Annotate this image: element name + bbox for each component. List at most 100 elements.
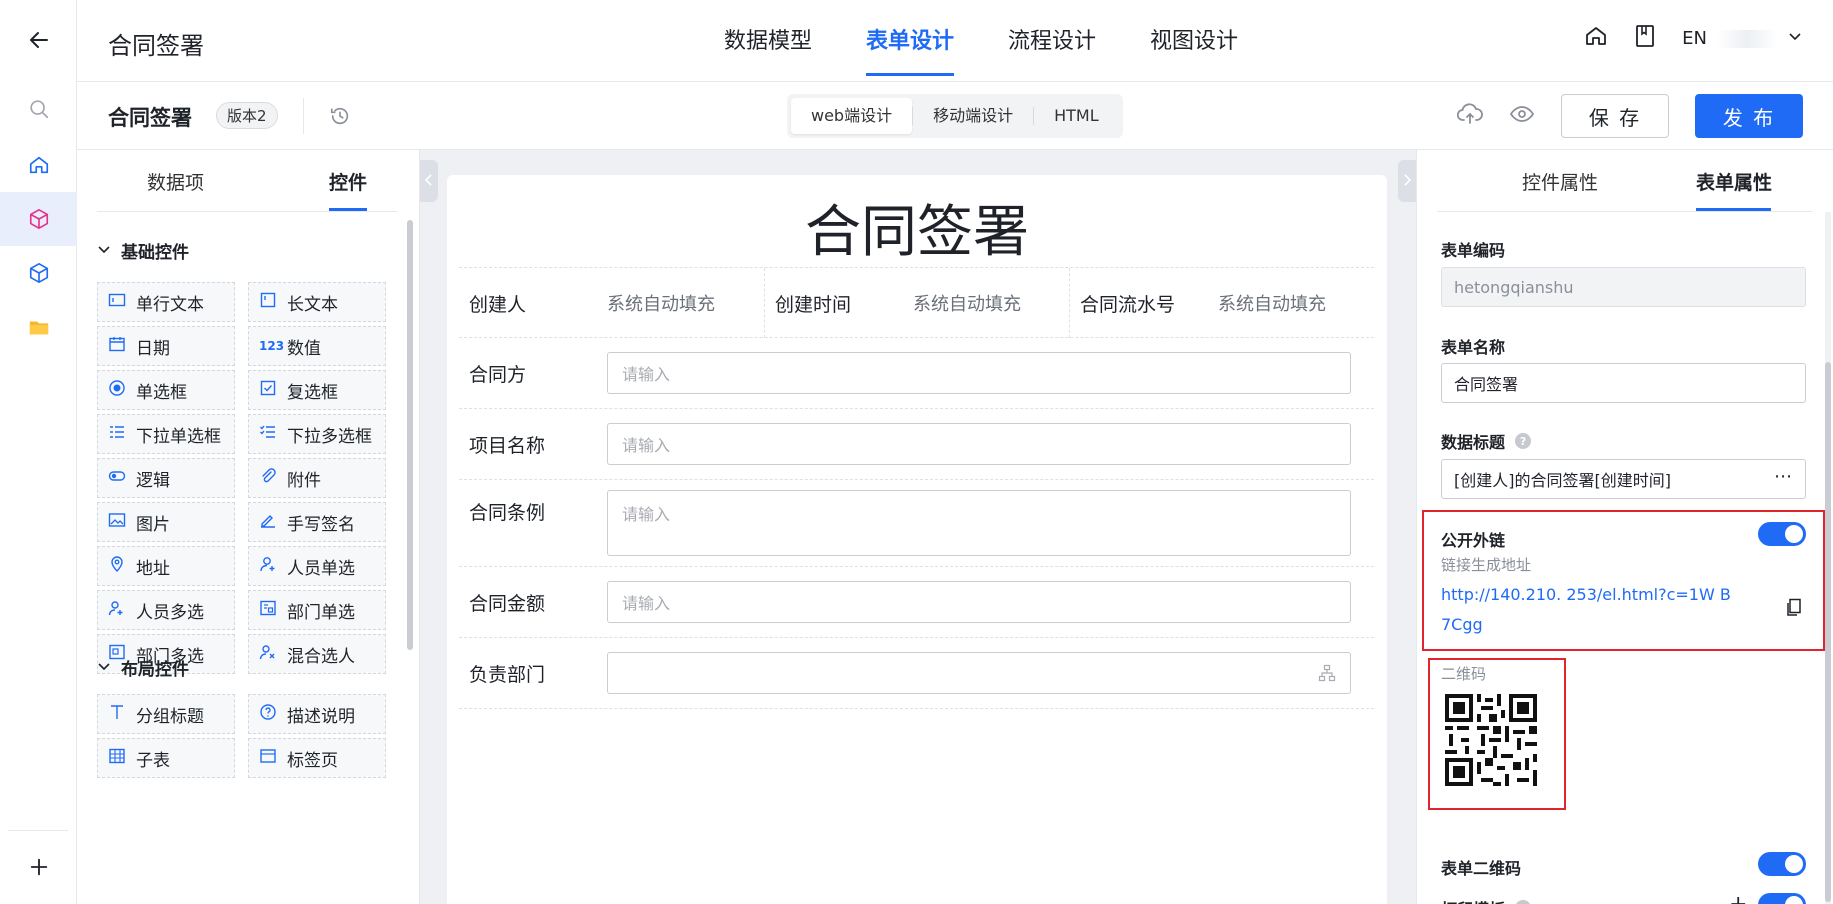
tab-data-items[interactable]: 数据项 <box>147 168 204 195</box>
user-name-redacted <box>1717 29 1777 48</box>
field-contract-terms[interactable]: 合同条例 请输入 <box>459 480 1374 567</box>
form-code-label: 表单编码 <box>1441 241 1506 260</box>
add-template-plus-icon[interactable]: + <box>1729 892 1747 904</box>
chevron-right-icon <box>1402 171 1412 191</box>
folder-icon[interactable] <box>0 300 77 354</box>
mode-html[interactable]: HTML <box>1034 98 1119 134</box>
checkbox-icon <box>259 379 277 402</box>
tab-form-properties[interactable]: 表单属性 <box>1696 168 1772 195</box>
tab-controls[interactable]: 控件 <box>329 168 367 195</box>
control-mixed-select[interactable]: 混合选人 <box>248 634 386 674</box>
control-sub-table[interactable]: 子表 <box>97 738 235 778</box>
group-layout-controls[interactable]: 布局控件 <box>97 655 189 680</box>
form-qr-toggle[interactable] <box>1758 852 1806 876</box>
help-icon[interactable]: ? <box>1515 900 1532 904</box>
plus-icon[interactable] <box>0 840 77 894</box>
control-checkbox[interactable]: 复选框 <box>248 370 386 410</box>
more-ellipsis-icon[interactable]: ⋯ <box>1774 466 1793 487</box>
contract-amount-input[interactable]: 请输入 <box>607 581 1351 623</box>
control-radio[interactable]: 单选框 <box>97 370 235 410</box>
control-signature[interactable]: 手写签名 <box>248 502 386 542</box>
home-icon[interactable] <box>1584 24 1608 53</box>
design-mode-switch: web端设计 移动端设计 HTML <box>787 94 1123 138</box>
qr-code-image[interactable] <box>1441 690 1541 790</box>
paperclip-icon <box>259 467 277 490</box>
copy-icon[interactable] <box>1785 598 1803 623</box>
field-project-name[interactable]: 项目名称 请输入 <box>459 409 1374 480</box>
mode-web[interactable]: web端设计 <box>791 98 913 134</box>
component-panel: 数据项 控件 基础控件 单行文本 长文本 日期 123 数值 单选框 复选框 下… <box>77 150 420 904</box>
component-panel-scrollbar[interactable] <box>407 220 413 650</box>
control-tabs[interactable]: 标签页 <box>248 738 386 778</box>
print-template-label: 打印模板 ? <box>1441 896 1532 904</box>
field-contract-party[interactable]: 合同方 请输入 <box>459 338 1374 409</box>
control-dropdown-single[interactable]: 下拉单选框 <box>97 414 235 454</box>
control-description[interactable]: 描述说明 <box>248 694 386 734</box>
publish-button[interactable]: 发 布 <box>1695 94 1803 138</box>
contract-terms-textarea[interactable]: 请输入 <box>607 490 1351 556</box>
field-contract-amount[interactable]: 合同金额 请输入 <box>459 567 1374 638</box>
group-title-label: 基础控件 <box>121 243 189 263</box>
properties-panel: 控件属性 表单属性 表单编码 hetongqianshu 表单名称 合同签署 数… <box>1416 150 1833 904</box>
collapse-right-panel[interactable] <box>1398 160 1416 202</box>
control-department-single[interactable]: 部门单选 <box>248 590 386 630</box>
tab-data-model[interactable]: 数据模型 <box>697 0 839 82</box>
control-address[interactable]: 地址 <box>97 546 235 586</box>
field-department[interactable]: 负责部门 <box>459 638 1374 709</box>
control-number[interactable]: 123 数值 <box>248 326 386 366</box>
tab-form-design[interactable]: 表单设计 <box>839 0 981 82</box>
toggle-icon <box>108 467 126 490</box>
system-field-serial-no[interactable]: 合同流水号 系统自动填充 <box>1069 268 1374 338</box>
data-title-input[interactable]: [创建人]的合同签署[创建时间] ⋯ <box>1441 459 1806 499</box>
designer-toolbar: 合同签署 版本2 web端设计 移动端设计 HTML 保 存 发 布 <box>77 82 1833 150</box>
tab-flow-design[interactable]: 流程设计 <box>981 0 1123 82</box>
cloud-upload-icon[interactable] <box>1456 102 1483 131</box>
project-name-input[interactable]: 请输入 <box>607 423 1351 465</box>
control-user-multi[interactable]: 人员多选 <box>97 590 235 630</box>
print-template-toggle[interactable] <box>1758 893 1806 904</box>
cube-icon[interactable] <box>0 246 77 300</box>
user-multi-icon <box>108 599 126 622</box>
control-attachment[interactable]: 附件 <box>248 458 386 498</box>
public-link-toggle[interactable] <box>1758 522 1806 546</box>
search-icon[interactable] <box>0 82 77 136</box>
control-single-line-text[interactable]: 单行文本 <box>97 282 235 322</box>
radio-icon <box>108 379 126 402</box>
form-sheet-title[interactable]: 合同签署 <box>447 187 1387 268</box>
toolbar-actions: 保 存 发 布 <box>1456 94 1803 138</box>
language-switch[interactable]: EN <box>1682 28 1803 49</box>
help-icon[interactable]: ? <box>1515 433 1532 449</box>
version-badge[interactable]: 版本2 <box>216 102 278 129</box>
properties-panel-scrollbar[interactable] <box>1825 212 1831 904</box>
control-dropdown-multi[interactable]: 下拉多选框 <box>248 414 386 454</box>
save-button[interactable]: 保 存 <box>1561 94 1669 138</box>
qr-code-label: 二维码 <box>1441 665 1487 683</box>
public-link-url[interactable]: http://140.210. 253/el.html?c=1W B7Cgg <box>1441 580 1741 640</box>
system-field-created-time[interactable]: 创建时间 系统自动填充 <box>764 268 1069 338</box>
control-image[interactable]: 图片 <box>97 502 235 542</box>
app-title: 合同签署 <box>108 32 204 60</box>
mode-mobile[interactable]: 移动端设计 <box>913 98 1033 134</box>
control-date[interactable]: 日期 <box>97 326 235 366</box>
collapse-left-panel[interactable] <box>420 160 438 202</box>
back-arrow-icon[interactable] <box>0 13 77 67</box>
system-field-creator[interactable]: 创建人 系统自动填充 <box>459 268 764 338</box>
control-long-text[interactable]: 长文本 <box>248 282 386 322</box>
calendar-icon <box>108 335 126 358</box>
public-link-hint: 链接生成地址 <box>1441 556 1532 574</box>
tab-view-design[interactable]: 视图设计 <box>1123 0 1265 82</box>
control-logic[interactable]: 逻辑 <box>97 458 235 498</box>
app-cube-icon[interactable] <box>0 192 77 246</box>
history-icon[interactable] <box>329 105 351 132</box>
preview-eye-icon[interactable] <box>1509 103 1535 130</box>
system-fields-row: 创建人 系统自动填充 创建时间 系统自动填充 合同流水号 系统自动填充 <box>459 267 1374 338</box>
contract-party-input[interactable]: 请输入 <box>607 352 1351 394</box>
control-user-single[interactable]: 人员单选 <box>248 546 386 586</box>
group-basic-controls[interactable]: 基础控件 <box>97 238 189 263</box>
department-select[interactable] <box>607 652 1351 694</box>
book-icon[interactable] <box>1634 24 1656 53</box>
form-name-input[interactable]: 合同签署 <box>1441 363 1806 403</box>
control-group-title[interactable]: 分组标题 <box>97 694 235 734</box>
tab-control-properties[interactable]: 控件属性 <box>1522 168 1598 195</box>
home-icon[interactable] <box>0 138 77 192</box>
